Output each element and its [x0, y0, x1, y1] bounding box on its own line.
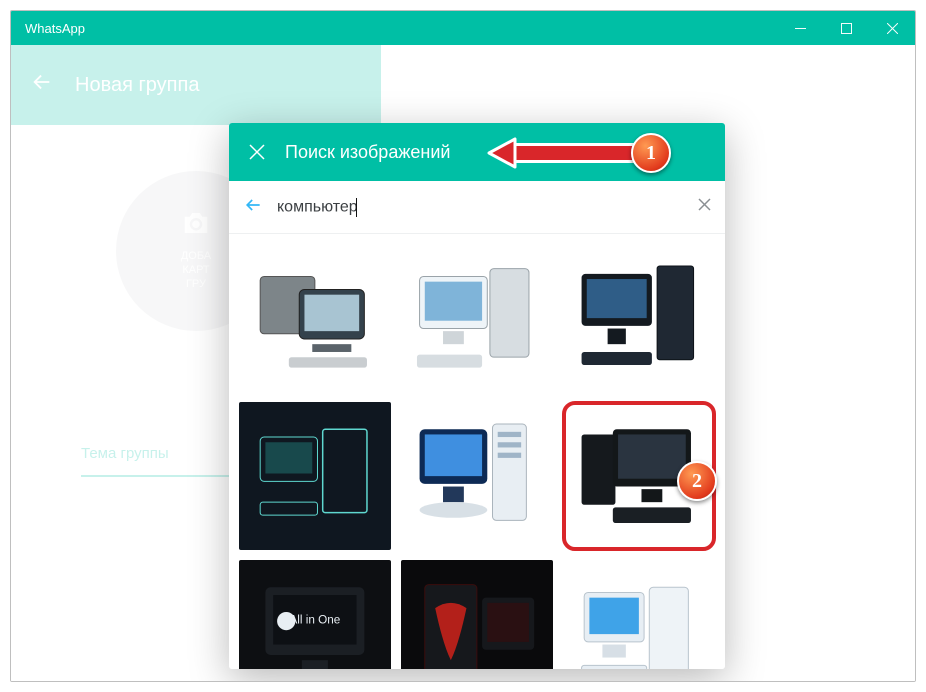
window-minimize-button[interactable] [777, 11, 823, 45]
result-5[interactable] [401, 402, 553, 550]
callout-badge-1: 1 [631, 133, 671, 173]
text-caret [356, 198, 357, 217]
image-search-modal: Поиск изображений компьютер [229, 123, 725, 669]
search-input[interactable]: компьютер [277, 198, 684, 217]
window-controls [777, 11, 915, 45]
result-9[interactable] [563, 560, 715, 669]
window-close-button[interactable] [869, 11, 915, 45]
window-titlebar: WhatsApp [11, 11, 915, 45]
results-grid: All in One [229, 234, 725, 669]
result-1[interactable] [239, 244, 391, 392]
callout-number-2: 2 [692, 470, 702, 493]
result-7[interactable]: All in One [239, 560, 391, 669]
svg-text:All in One: All in One [290, 614, 341, 627]
search-input-value: компьютер [277, 198, 358, 215]
result-3[interactable] [563, 244, 715, 392]
window-title: WhatsApp [25, 21, 85, 36]
callout-badge-2: 2 [677, 461, 717, 501]
result-4[interactable] [239, 402, 391, 550]
modal-title: Поиск изображений [285, 142, 450, 163]
modal-close-button[interactable] [229, 123, 285, 181]
search-bar: компьютер [229, 181, 725, 234]
result-8[interactable] [401, 560, 553, 669]
result-2[interactable] [401, 244, 553, 392]
callout-arrow-1 [483, 133, 653, 173]
search-clear-icon[interactable] [698, 198, 711, 216]
callout-number-1: 1 [646, 142, 656, 165]
window-maximize-button[interactable] [823, 11, 869, 45]
search-back-icon[interactable] [243, 195, 263, 220]
